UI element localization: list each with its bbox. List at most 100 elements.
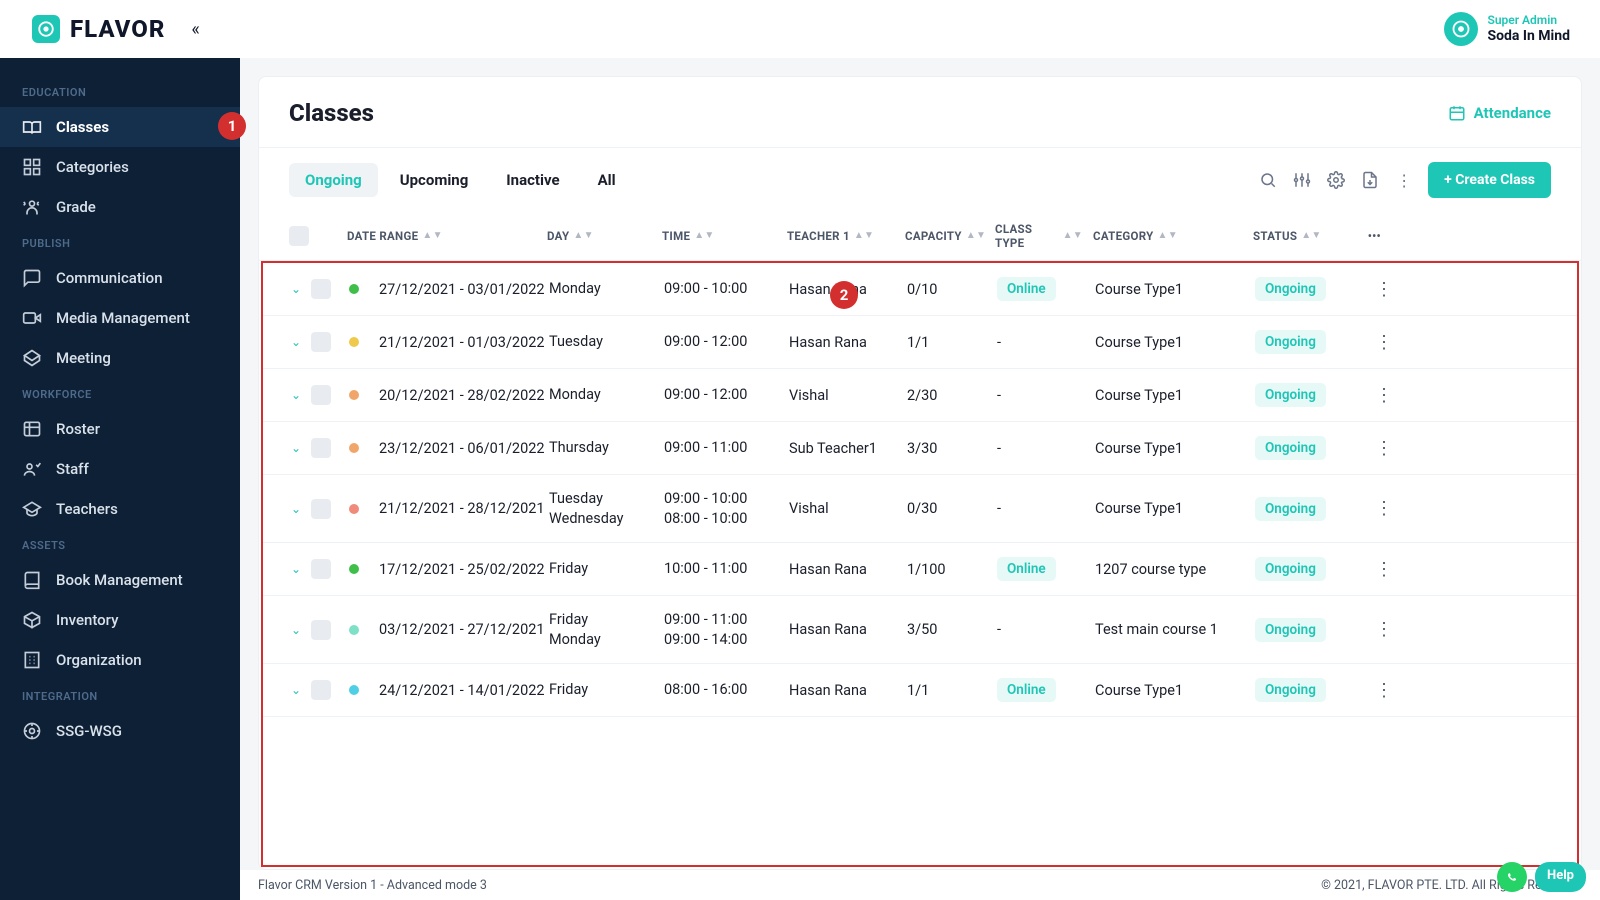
sidebar-item-media-management[interactable]: Media Management xyxy=(0,298,240,338)
sidebar-item-label: Media Management xyxy=(56,309,190,327)
sidebar-item-classes[interactable]: Classes xyxy=(0,107,240,147)
row-actions-icon[interactable]: ⋮ xyxy=(1363,559,1393,580)
cell-day: Tuesday xyxy=(549,332,664,352)
expand-row-icon[interactable]: ⌄ xyxy=(291,683,301,697)
user-menu[interactable]: Super Admin Soda In Mind xyxy=(1444,12,1571,46)
select-all-checkbox[interactable] xyxy=(289,226,309,246)
table-row[interactable]: ⌄17/12/2021 - 25/02/2022Friday10:00 - 11… xyxy=(263,543,1577,596)
row-checkbox[interactable] xyxy=(311,438,331,458)
row-checkbox[interactable] xyxy=(311,680,331,700)
create-class-button[interactable]: + Create Class xyxy=(1428,162,1551,198)
expand-row-icon[interactable]: ⌄ xyxy=(291,335,301,349)
th-time[interactable]: TIME xyxy=(662,229,690,243)
row-actions-icon[interactable]: ⋮ xyxy=(1363,385,1393,406)
th-capacity[interactable]: CAPACITY xyxy=(905,229,962,243)
nav-icon xyxy=(22,197,42,217)
tab-ongoing[interactable]: Ongoing xyxy=(289,163,378,197)
th-classtype[interactable]: CLASS TYPE xyxy=(995,222,1059,250)
cell-date: 20/12/2021 - 28/02/2022 xyxy=(379,387,545,404)
sidebar-item-staff[interactable]: Staff xyxy=(0,449,240,489)
cell-date: 17/12/2021 - 25/02/2022 xyxy=(379,561,545,578)
nav-icon xyxy=(22,650,42,670)
row-checkbox[interactable] xyxy=(311,385,331,405)
cell-date: 23/12/2021 - 06/01/2022 xyxy=(379,440,545,457)
sidebar-item-inventory[interactable]: Inventory xyxy=(0,600,240,640)
row-checkbox[interactable] xyxy=(311,620,331,640)
table-row[interactable]: ⌄03/12/2021 - 27/12/2021FridayMonday09:0… xyxy=(263,596,1577,664)
status-badge: Ongoing xyxy=(1255,497,1326,521)
sidebar-item-roster[interactable]: Roster xyxy=(0,409,240,449)
tab-inactive[interactable]: Inactive xyxy=(490,163,575,197)
row-actions-icon[interactable]: ⋮ xyxy=(1363,438,1393,459)
row-actions-icon[interactable]: ⋮ xyxy=(1363,619,1393,640)
row-actions-icon[interactable]: ⋮ xyxy=(1363,332,1393,353)
expand-row-icon[interactable]: ⌄ xyxy=(291,623,301,637)
filter-icon[interactable] xyxy=(1292,170,1312,190)
expand-row-icon[interactable]: ⌄ xyxy=(291,282,301,296)
sidebar-item-organization[interactable]: Organization xyxy=(0,640,240,680)
tab-all[interactable]: All xyxy=(582,163,632,197)
search-icon[interactable] xyxy=(1258,170,1278,190)
nav-icon xyxy=(22,721,42,741)
more-icon[interactable]: ⋮ xyxy=(1394,170,1414,190)
cell-status: Ongoing xyxy=(1255,678,1363,702)
sidebar-item-categories[interactable]: Categories xyxy=(0,147,240,187)
sidebar-item-meeting[interactable]: Meeting xyxy=(0,338,240,378)
help-button[interactable]: Help xyxy=(1535,862,1586,892)
expand-row-icon[interactable]: ⌄ xyxy=(291,562,301,576)
export-icon[interactable] xyxy=(1360,170,1380,190)
attendance-link[interactable]: Attendance xyxy=(1448,104,1551,122)
logo[interactable]: FLAVOR « xyxy=(32,15,200,43)
sidebar-item-label: Meeting xyxy=(56,349,111,367)
collapse-sidebar-icon[interactable]: « xyxy=(191,19,199,40)
table-row[interactable]: ⌄21/12/2021 - 01/03/2022Tuesday09:00 - 1… xyxy=(263,316,1577,369)
th-status[interactable]: STATUS xyxy=(1253,229,1297,243)
th-teacher[interactable]: TEACHER 1 xyxy=(787,229,850,243)
sidebar-item-teachers[interactable]: Teachers xyxy=(0,489,240,529)
cell-capacity: 1/1 xyxy=(907,334,997,351)
table-row[interactable]: ⌄27/12/2021 - 03/01/2022Monday09:00 - 10… xyxy=(263,263,1577,316)
cell-date: 24/12/2021 - 14/01/2022 xyxy=(379,682,545,699)
nav-icon xyxy=(22,268,42,288)
table-row[interactable]: ⌄24/12/2021 - 14/01/2022Friday08:00 - 16… xyxy=(263,664,1577,717)
table-row[interactable]: ⌄20/12/2021 - 28/02/2022Monday09:00 - 12… xyxy=(263,369,1577,422)
tab-upcoming[interactable]: Upcoming xyxy=(384,163,485,197)
sidebar-section: WORKFORCE xyxy=(0,378,240,409)
row-checkbox[interactable] xyxy=(311,559,331,579)
cell-time: 09:00 - 12:00 xyxy=(664,332,789,352)
row-checkbox[interactable] xyxy=(311,499,331,519)
sidebar-item-communication[interactable]: Communication xyxy=(0,258,240,298)
status-dot xyxy=(349,390,359,400)
nav-icon xyxy=(22,610,42,630)
cell-teacher: Hasan Rana xyxy=(789,621,907,638)
sidebar-item-book-management[interactable]: Book Management xyxy=(0,560,240,600)
row-actions-icon[interactable]: ⋮ xyxy=(1363,498,1393,519)
subbar: Ongoing Upcoming Inactive All ⋮ + Create… xyxy=(259,148,1581,212)
sidebar-section: ASSETS xyxy=(0,529,240,560)
cell-day: FridayMonday xyxy=(549,610,664,649)
nav-icon xyxy=(22,570,42,590)
page-title: Classes xyxy=(289,99,374,127)
row-checkbox[interactable] xyxy=(311,332,331,352)
th-day[interactable]: DAY xyxy=(547,229,569,243)
whatsapp-icon[interactable] xyxy=(1497,862,1527,892)
expand-row-icon[interactable]: ⌄ xyxy=(291,441,301,455)
table-row[interactable]: ⌄23/12/2021 - 06/01/2022Thursday09:00 - … xyxy=(263,422,1577,475)
expand-row-icon[interactable]: ⌄ xyxy=(291,388,301,402)
th-category[interactable]: CATEGORY xyxy=(1093,229,1154,243)
sidebar-item-grade[interactable]: Grade xyxy=(0,187,240,227)
expand-row-icon[interactable]: ⌄ xyxy=(291,502,301,516)
gear-icon[interactable] xyxy=(1326,170,1346,190)
table-row[interactable]: ⌄21/12/2021 - 28/12/2021TuesdayWednesday… xyxy=(263,475,1577,543)
row-actions-icon[interactable]: ⋮ xyxy=(1363,680,1393,701)
status-badge: Ongoing xyxy=(1255,557,1326,581)
sidebar-item-label: SSG-WSG xyxy=(56,722,122,740)
sidebar-item-ssg-wsg[interactable]: SSG-WSG xyxy=(0,711,240,751)
cell-time: 09:00 - 10:00 xyxy=(664,279,789,299)
row-checkbox[interactable] xyxy=(311,279,331,299)
status-dot xyxy=(349,337,359,347)
cell-teacher: Hasan Rana xyxy=(789,334,907,351)
th-date[interactable]: DATE RANGE xyxy=(347,229,418,243)
row-actions-icon[interactable]: ⋮ xyxy=(1363,279,1393,300)
cell-category: Course Type1 xyxy=(1095,281,1255,298)
